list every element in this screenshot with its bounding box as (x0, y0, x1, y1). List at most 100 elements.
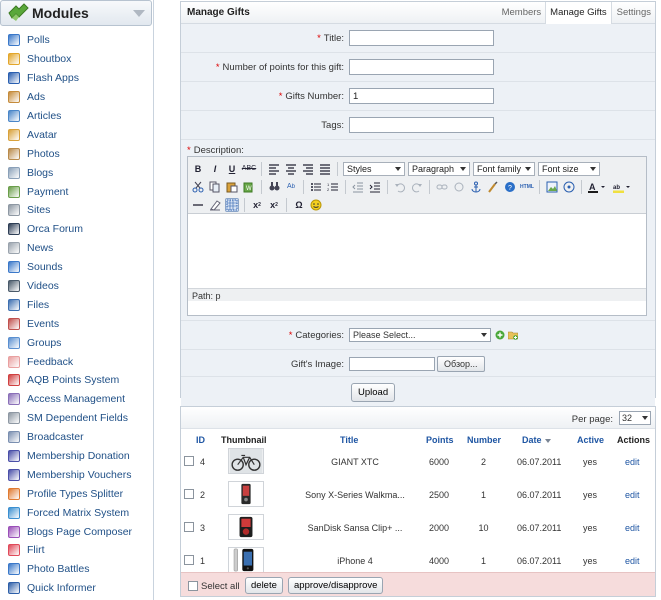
sidebar-item-forced-matrix-system[interactable]: Forced Matrix System (0, 503, 153, 522)
delete-button[interactable]: delete (245, 577, 283, 594)
special-character-icon[interactable]: Ω (292, 198, 306, 212)
column-header-date[interactable]: Date (522, 435, 551, 445)
sidebar-item-photo-battles[interactable]: Photo Battles (0, 560, 153, 579)
align-center-icon[interactable] (284, 162, 298, 176)
sidebar-item-news[interactable]: News (0, 239, 153, 258)
anchor-icon[interactable] (469, 180, 483, 194)
subscript-icon[interactable]: x2 (250, 198, 264, 212)
sidebar-item-files[interactable]: Files (0, 295, 153, 314)
browse-button[interactable]: Обзор... (437, 356, 485, 372)
copy-icon[interactable] (208, 180, 222, 194)
outdent-icon[interactable] (351, 180, 365, 194)
unlink-icon[interactable] (452, 180, 466, 194)
sidebar-item-shoutbox[interactable]: Shoutbox (0, 50, 153, 69)
horizontal-rule-icon[interactable] (191, 198, 205, 212)
paragraph-select[interactable]: Paragraph (408, 161, 470, 176)
edit-link[interactable]: edit (625, 457, 640, 467)
sidebar-item-photos[interactable]: Photos (0, 144, 153, 163)
highlight-color-icon[interactable]: ab (612, 180, 634, 194)
gifts-number-input[interactable] (349, 88, 494, 104)
upload-button[interactable]: Upload (351, 383, 396, 402)
indent-icon[interactable] (368, 180, 382, 194)
sidebar-item-sites[interactable]: Sites (0, 201, 153, 220)
replace-icon[interactable]: Ab (284, 180, 298, 194)
row-checkbox[interactable] (184, 456, 194, 466)
categories-select[interactable]: Please Select... (349, 328, 491, 342)
sidebar-item-aqb-points-system[interactable]: AQB Points System (0, 371, 153, 390)
font-family-select[interactable]: Font family (473, 161, 535, 176)
column-header-points[interactable]: Points (426, 435, 454, 445)
numbered-list-icon[interactable]: 12 (326, 180, 340, 194)
help-icon[interactable]: ? (503, 180, 517, 194)
media-icon[interactable] (562, 180, 576, 194)
bold-icon[interactable]: B (191, 162, 205, 176)
remove-format-icon[interactable] (208, 198, 222, 212)
column-header-id[interactable]: ID (196, 435, 205, 445)
font-size-select[interactable]: Font size (538, 161, 600, 176)
row-checkbox[interactable] (184, 489, 194, 499)
edit-link[interactable]: edit (625, 556, 640, 566)
row-checkbox[interactable] (184, 522, 194, 532)
edit-link[interactable]: edit (625, 523, 640, 533)
tags-input[interactable] (349, 117, 494, 133)
link-icon[interactable] (435, 180, 449, 194)
sidebar-item-articles[interactable]: Articles (0, 107, 153, 126)
strikethrough-icon[interactable]: ABC (242, 162, 256, 176)
sidebar-item-sm-dependent-fields[interactable]: SM Dependent Fields (0, 409, 153, 428)
sidebar-item-sounds[interactable]: Sounds (0, 258, 153, 277)
sidebar-item-feedback[interactable]: Feedback (0, 352, 153, 371)
add-category-icon[interactable] (495, 330, 505, 340)
align-justify-icon[interactable] (318, 162, 332, 176)
tab-manage-gifts[interactable]: Manage Gifts (545, 2, 612, 24)
text-color-icon[interactable]: A (587, 180, 609, 194)
select-all-label[interactable]: Select all (201, 581, 240, 592)
title-input[interactable] (349, 30, 494, 46)
per-page-select[interactable]: 32 (619, 411, 651, 425)
sidebar-item-access-management[interactable]: Access Management (0, 390, 153, 409)
align-right-icon[interactable] (301, 162, 315, 176)
points-input[interactable] (349, 59, 494, 75)
sidebar-item-flirt[interactable]: Flirt (0, 541, 153, 560)
cut-icon[interactable] (191, 180, 205, 194)
sidebar-item-groups[interactable]: Groups (0, 333, 153, 352)
column-header-number[interactable]: Number (467, 435, 501, 445)
sidebar-item-broadcaster[interactable]: Broadcaster (0, 428, 153, 447)
find-icon[interactable] (267, 180, 281, 194)
sidebar-item-flash-apps[interactable]: Flash Apps (0, 69, 153, 88)
tab-members[interactable]: Members (497, 2, 546, 24)
editor-content-area[interactable] (188, 214, 646, 288)
row-checkbox[interactable] (184, 555, 194, 565)
image-icon[interactable] (545, 180, 559, 194)
sidebar-item-avatar[interactable]: Avatar (0, 125, 153, 144)
bullet-list-icon[interactable] (309, 180, 323, 194)
sidebar-item-membership-vouchers[interactable]: Membership Vouchers (0, 465, 153, 484)
emoticon-icon[interactable] (309, 198, 323, 212)
superscript-icon[interactable]: x2 (267, 198, 281, 212)
undo-icon[interactable] (393, 180, 407, 194)
tab-settings[interactable]: Settings (612, 2, 655, 24)
column-header-title[interactable]: Title (340, 435, 358, 445)
folder-add-icon[interactable] (508, 330, 518, 340)
sidebar-item-blogs[interactable]: Blogs (0, 163, 153, 182)
select-all-checkbox[interactable] (188, 581, 198, 591)
redo-icon[interactable] (410, 180, 424, 194)
italic-icon[interactable]: I (208, 162, 222, 176)
gift-image-file-input[interactable] (349, 357, 435, 371)
cleanup-icon[interactable] (486, 180, 500, 194)
sidebar-item-quick-informer[interactable]: Quick Informer (0, 579, 153, 598)
paste-icon[interactable] (225, 180, 239, 194)
visual-aid-icon[interactable] (225, 197, 239, 212)
sidebar-item-orca-forum[interactable]: Orca Forum (0, 220, 153, 239)
sidebar-item-videos[interactable]: Videos (0, 277, 153, 296)
sidebar-item-ads[interactable]: Ads (0, 88, 153, 107)
underline-icon[interactable]: U (225, 162, 239, 176)
column-header-active[interactable]: Active (577, 435, 604, 445)
edit-link[interactable]: edit (625, 490, 640, 500)
collapse-arrow-icon[interactable] (133, 10, 145, 17)
sidebar-item-payment[interactable]: Payment (0, 182, 153, 201)
sidebar-item-profile-types-splitter[interactable]: Profile Types Splitter (0, 484, 153, 503)
styles-select[interactable]: Styles (343, 161, 405, 176)
sidebar-item-polls[interactable]: Polls (0, 31, 153, 50)
align-left-icon[interactable] (267, 162, 281, 176)
sidebar-item-blogs-page-composer[interactable]: Blogs Page Composer (0, 522, 153, 541)
